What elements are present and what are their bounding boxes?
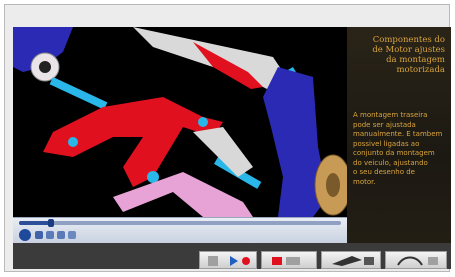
navigation-strip bbox=[13, 243, 451, 269]
arm-bolt-1 bbox=[68, 137, 78, 147]
forward-icon[interactable] bbox=[57, 231, 65, 239]
volume-icon[interactable] bbox=[68, 231, 76, 239]
hub-center bbox=[326, 173, 340, 197]
previous-icon bbox=[208, 256, 250, 266]
suspension-illustration bbox=[13, 27, 347, 217]
info-panel: Componentes do de Motor ajustes da monta… bbox=[347, 27, 451, 243]
video-viewport[interactable] bbox=[13, 27, 347, 217]
bushing-center bbox=[39, 61, 51, 73]
application-frame: Componentes do de Motor ajustes da monta… bbox=[4, 4, 451, 272]
progress-fill bbox=[19, 221, 52, 225]
play-icon[interactable] bbox=[19, 229, 31, 241]
progress-handle[interactable] bbox=[48, 219, 55, 227]
part-view-button[interactable] bbox=[261, 251, 317, 269]
part-view-icon bbox=[272, 257, 300, 265]
rewind-icon[interactable] bbox=[46, 231, 54, 239]
previous-button[interactable] bbox=[199, 251, 257, 269]
progress-track[interactable] bbox=[19, 219, 341, 227]
stop-icon[interactable] bbox=[35, 231, 43, 239]
tool-icon bbox=[332, 256, 374, 266]
arm-bolt-3 bbox=[198, 117, 208, 127]
video-controls bbox=[13, 217, 347, 243]
content-area: Componentes do de Motor ajustes da monta… bbox=[13, 27, 451, 269]
next-button[interactable] bbox=[385, 251, 447, 269]
next-icon bbox=[397, 256, 438, 266]
info-body: A montagem traseira pode ser ajustada ma… bbox=[353, 111, 443, 186]
arm-bolt-2 bbox=[147, 171, 159, 183]
info-title: Componentes do de Motor ajustes da monta… bbox=[372, 35, 445, 75]
ball-joint bbox=[193, 127, 253, 177]
tool-button[interactable] bbox=[321, 251, 381, 269]
tie-rod-left bbox=[49, 77, 108, 110]
